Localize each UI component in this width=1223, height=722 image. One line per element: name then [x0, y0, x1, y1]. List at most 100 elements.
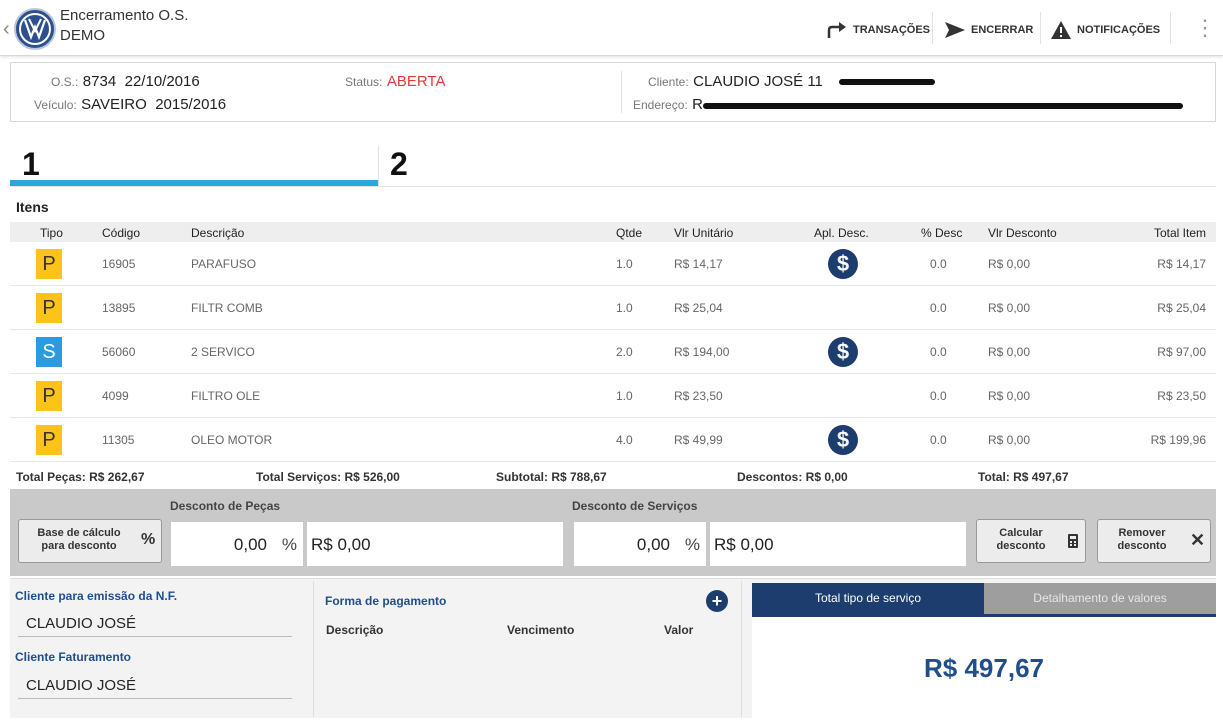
apply-discount-dollar-icon[interactable]: $ — [828, 249, 858, 279]
col-pag-descricao: Descrição — [326, 623, 384, 637]
total-label: Total: — [978, 470, 1010, 484]
desconto-pecas-label: Desconto de Peças — [170, 499, 281, 513]
endereco-value: R — [692, 96, 703, 113]
col-pct-desc: % Desc — [921, 226, 963, 240]
base-calculo-label: Base de cálculo para desconto — [37, 527, 121, 552]
vlr-unitario-cell: R$ 25,04 — [674, 301, 723, 315]
qtde-cell: 2.0 — [616, 345, 633, 359]
cliente-value: CLAUDIO JOSÉ 11 — [693, 73, 823, 90]
cliente-row: Cliente: CLAUDIO JOSÉ 11 — [648, 73, 823, 91]
endereco-row: Endereço: R — [633, 96, 703, 114]
col-pag-valor: Valor — [664, 623, 694, 637]
vw-logo-icon — [14, 8, 56, 50]
table-row[interactable]: P 4099 FILTRO OLE 1.0 R$ 23,50 0.0 R$ 0,… — [10, 374, 1216, 418]
table-row[interactable]: P 16905 PARAFUSO 1.0 R$ 14,17 $ 0.0 R$ 0… — [10, 242, 1216, 286]
col-descricao: Descrição — [191, 226, 245, 240]
col-total-item: Total Item — [1153, 226, 1206, 240]
pct-desc-cell: 0.0 — [930, 301, 947, 315]
tab-2[interactable]: 2 — [390, 146, 408, 183]
total-servicos: Total Serviços: R$ 526,00 — [256, 470, 400, 484]
close-icon: ✕ — [1190, 530, 1206, 550]
qtde-cell: 1.0 — [616, 301, 633, 315]
bottom-section: Cliente para emissão da N.F. CLAUDIO JOS… — [10, 578, 1216, 719]
summary-total-value: R$ 497,67 — [924, 653, 1044, 683]
base-calculo-button[interactable]: Base de cálculo para desconto % — [18, 519, 162, 563]
tab-total-tipo-servico[interactable]: Total tipo de serviço — [752, 583, 984, 614]
pct-desc-cell: 0.0 — [930, 257, 947, 271]
percent-icon: % — [141, 531, 156, 548]
tab-detalhamento-valores[interactable]: Detalhamento de valores — [984, 583, 1216, 614]
table-row[interactable]: P 13895 FILTR COMB 1.0 R$ 25,04 0.0 R$ 0… — [10, 286, 1216, 330]
cliente-faturamento-field[interactable]: CLAUDIO JOSÉ — [26, 677, 136, 694]
total-final: Total: R$ 497,67 — [978, 470, 1069, 484]
add-payment-icon[interactable]: + — [706, 590, 728, 612]
remover-desconto-label: Remover desconto — [1117, 527, 1167, 552]
desconto-servicos-pct-value: 0,00 — [636, 535, 670, 554]
overflow-menu-icon[interactable]: ⋮ — [1194, 17, 1216, 39]
col-codigo: Código — [102, 226, 141, 240]
vlr-desconto-cell: R$ 0,00 — [988, 301, 1031, 315]
table-header: Tipo Código Descrição Qtde Vlr Unitário … — [10, 222, 1216, 242]
total-value: R$ 497,67 — [1013, 470, 1069, 484]
app-header: ‹ Encerramento O.S. DEMO TRANSAÇÕES ENCE… — [0, 0, 1223, 56]
encerrar-button[interactable]: ENCERRAR — [944, 19, 1033, 41]
items-title: Itens — [16, 199, 49, 215]
status-label: Status: — [345, 75, 383, 89]
qtde-cell: 4.0 — [616, 433, 633, 447]
tab-1[interactable]: 1 — [22, 146, 40, 183]
descricao-cell: OLEO MOTOR — [191, 433, 273, 447]
tipo-badge: P — [36, 293, 62, 323]
header-divider — [932, 12, 933, 44]
descontos: Descontos: R$ 0,00 — [737, 470, 848, 484]
table-row[interactable]: S 56060 2 SERVICO 2.0 R$ 194,00 $ 0.0 R$… — [10, 330, 1216, 374]
redaction-mark — [703, 103, 1183, 109]
descricao-cell: PARAFUSO — [191, 257, 257, 271]
desconto-servicos-valor-input[interactable]: R$ 0,00 — [710, 522, 966, 566]
vlr-unitario-cell: R$ 14,17 — [674, 257, 723, 271]
forma-pagamento-label: Forma de pagamento — [325, 594, 447, 608]
codigo-cell: 11305 — [102, 433, 135, 447]
transacoes-button[interactable]: TRANSAÇÕES — [826, 19, 930, 41]
apply-discount-dollar-icon[interactable]: $ — [828, 337, 858, 367]
col-tipo: Tipo — [40, 226, 63, 240]
cliente-nf-label: Cliente para emissão da N.F. — [15, 589, 178, 603]
descricao-cell: FILTR COMB — [191, 301, 263, 315]
pct-desc-cell: 0.0 — [930, 389, 947, 403]
col-vlr-unitario: Vlr Unitário — [674, 226, 734, 240]
apply-discount-dollar-icon[interactable]: $ — [828, 425, 858, 455]
active-tab-indicator — [10, 180, 378, 186]
transacoes-label: TRANSAÇÕES — [853, 24, 931, 36]
total-pecas: Total Peças: R$ 262,67 — [16, 470, 145, 484]
codigo-cell: 16905 — [102, 257, 136, 271]
header-divider — [1040, 12, 1041, 44]
calcular-desconto-label: Calcular desconto — [996, 527, 1046, 552]
col-vlr-desconto: Vlr Desconto — [988, 226, 1057, 240]
descricao-cell: FILTRO OLE — [191, 389, 261, 403]
endereco-label: Endereço: — [633, 98, 688, 112]
os-info-panel: O.S.: 8734 22/10/2016 Veículo: SAVEIRO 2… — [10, 62, 1216, 122]
remover-desconto-button[interactable]: Remover desconto ✕ — [1097, 519, 1211, 563]
pct-desc-cell: 0.0 — [930, 433, 947, 447]
desconto-servicos-pct-input[interactable]: 0,00 % — [574, 522, 706, 566]
codigo-cell: 4099 — [102, 389, 129, 403]
summary-tab-underline — [752, 614, 1216, 617]
desconto-pecas-pct-input[interactable]: 0,00 % — [171, 522, 303, 566]
cliente-nf-field[interactable]: CLAUDIO JOSÉ — [26, 615, 136, 632]
calculator-icon — [1068, 534, 1078, 548]
calcular-desconto-button[interactable]: Calcular desconto — [976, 519, 1086, 563]
col-qtde: Qtde — [616, 226, 643, 240]
back-chevron-icon[interactable]: ‹ — [3, 18, 10, 41]
redaction-mark — [839, 79, 935, 85]
desconto-pecas-valor-input[interactable]: R$ 0,00 — [307, 522, 563, 566]
tipo-badge: S — [36, 337, 62, 367]
vlr-desconto-cell: R$ 0,00 — [988, 433, 1031, 447]
vlr-unitario-cell: R$ 49,99 — [674, 433, 723, 447]
status-row: Status: ABERTA — [345, 73, 445, 91]
qtde-cell: 1.0 — [616, 257, 633, 271]
notificacoes-button[interactable]: NOTIFICAÇÕES — [1050, 19, 1160, 41]
cliente-faturamento-underline — [18, 698, 292, 699]
table-row[interactable]: P 11305 OLEO MOTOR 4.0 R$ 49,99 $ 0.0 R$… — [10, 418, 1216, 462]
tab-divider — [378, 146, 379, 186]
os-date: 22/10/2016 — [124, 73, 200, 90]
codigo-cell: 56060 — [102, 345, 136, 359]
